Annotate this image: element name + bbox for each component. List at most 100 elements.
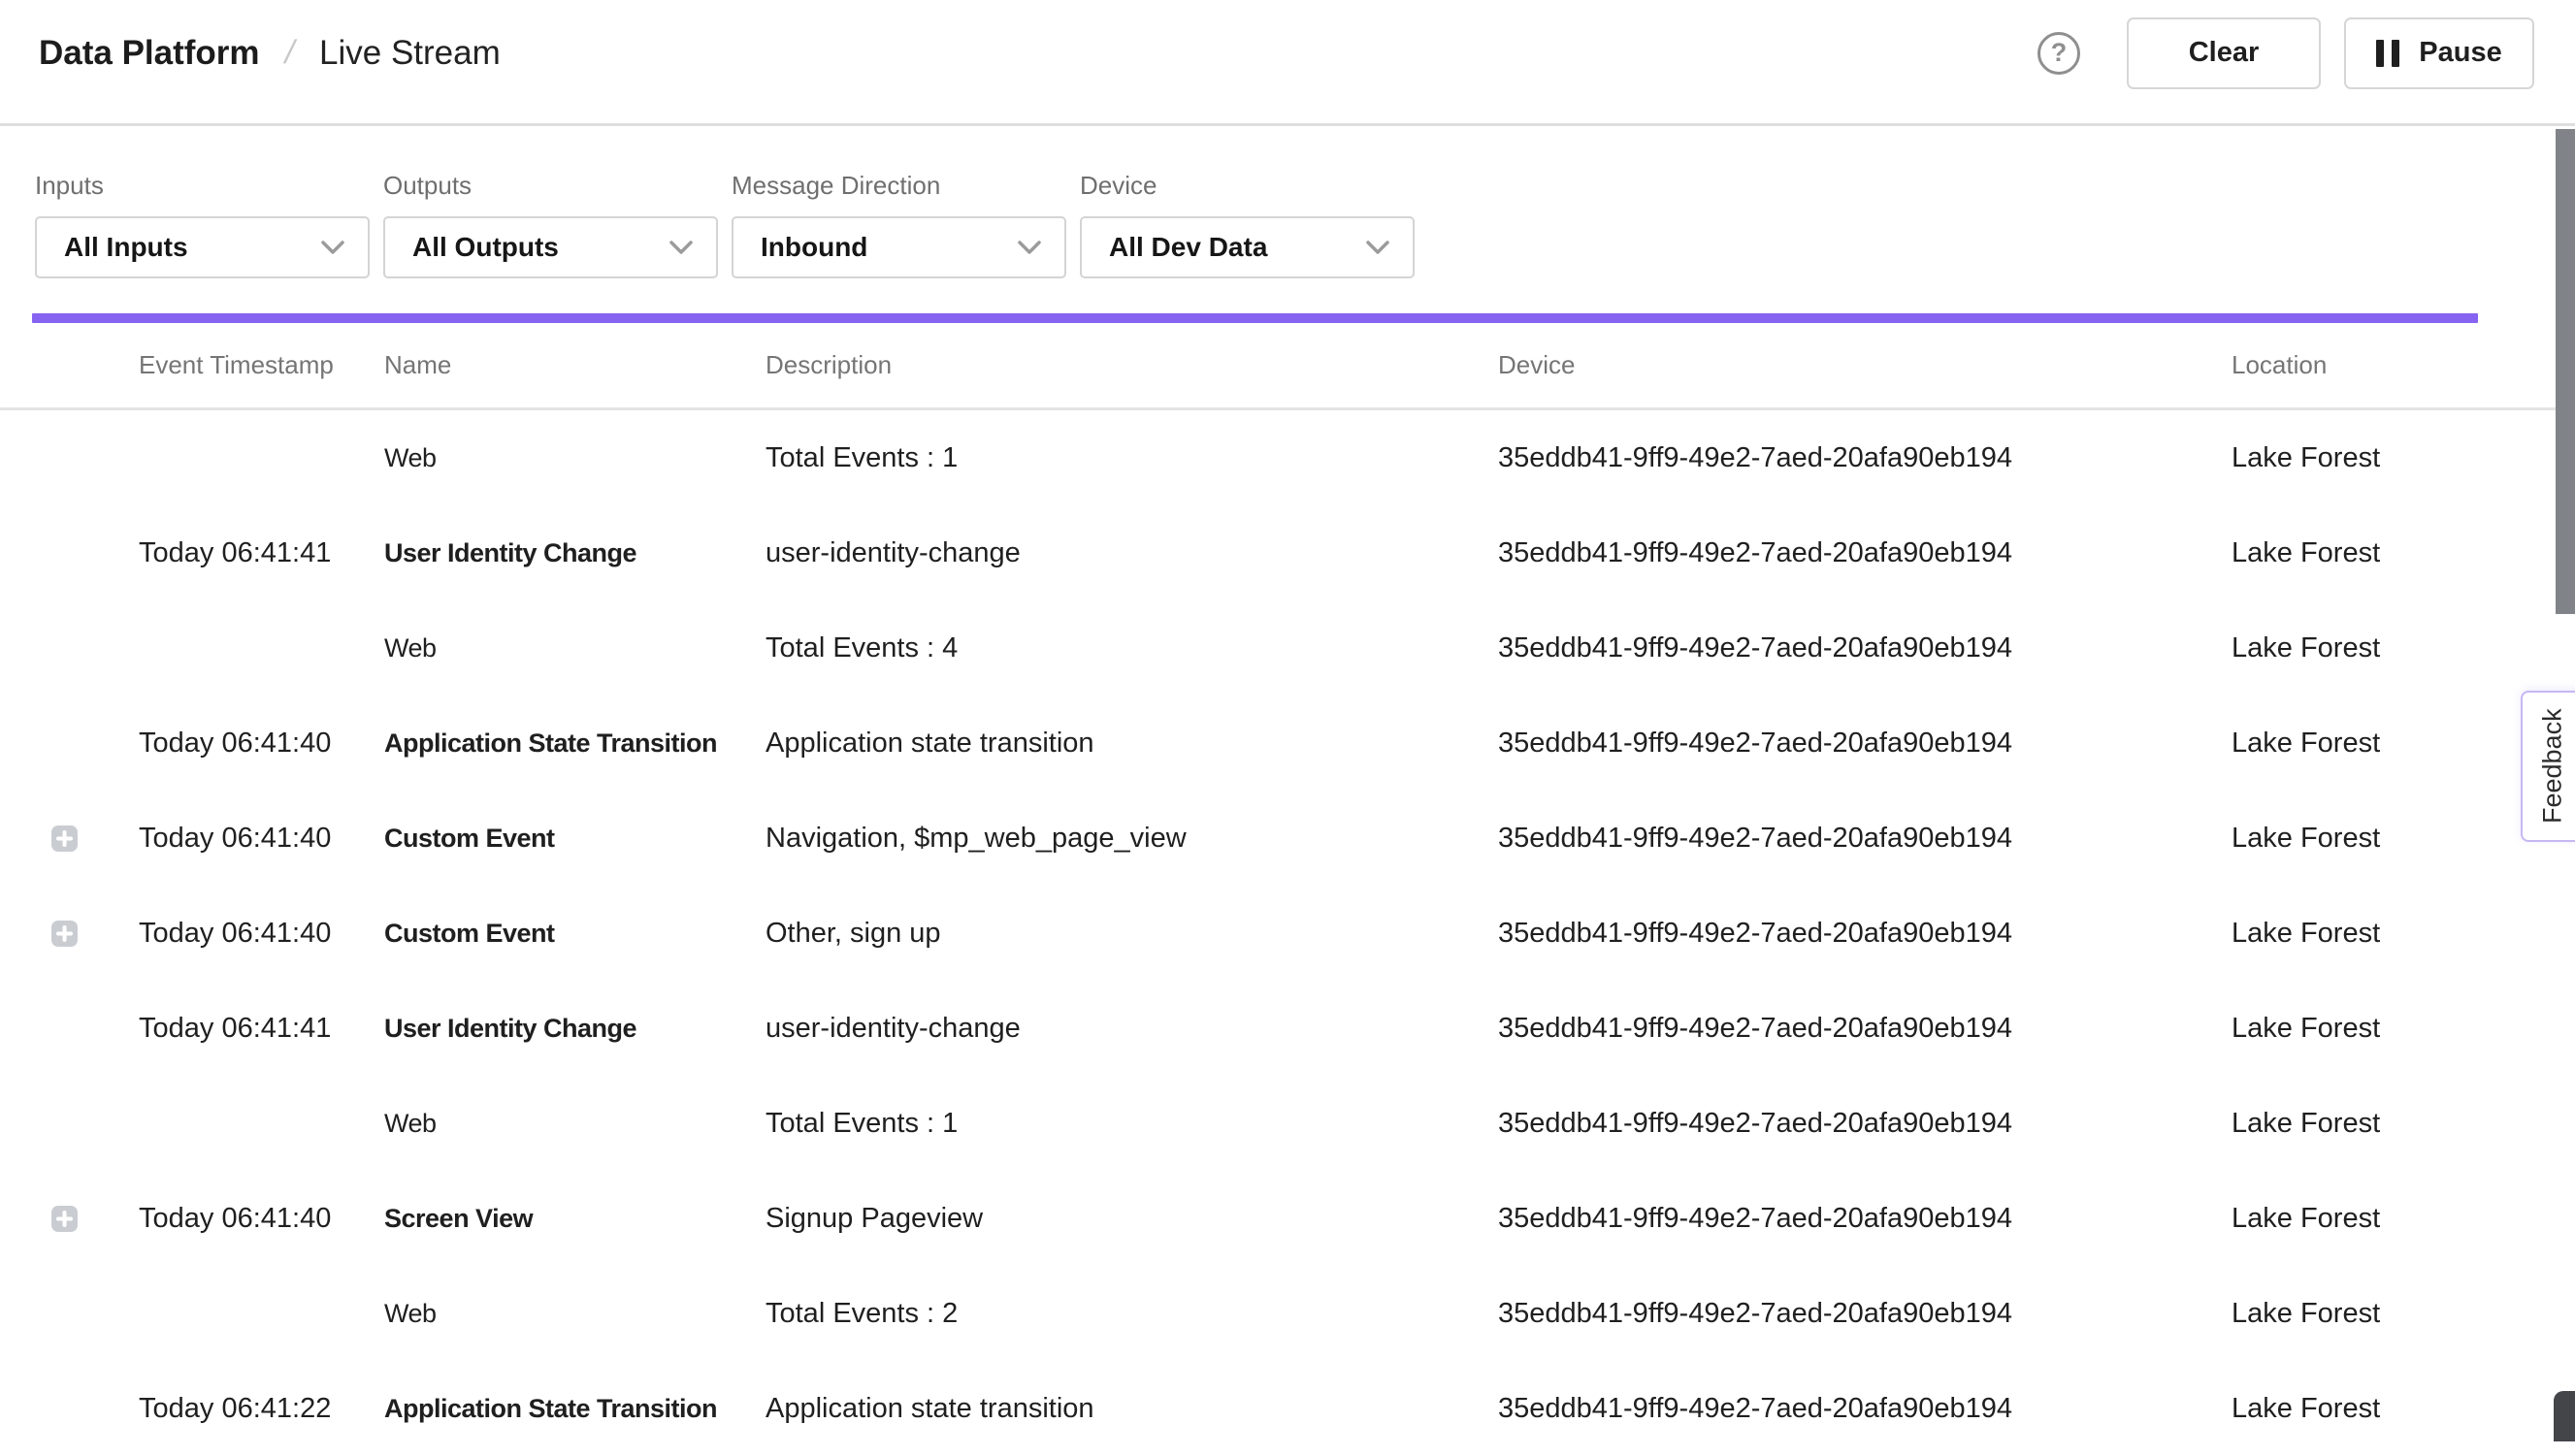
chevron-down-icon (1018, 241, 1041, 255)
event-description: Navigation, $mp_web_page_view (766, 823, 1498, 855)
filter-label: Device (1080, 171, 1415, 201)
column-header-description: Description (766, 350, 1498, 380)
event-location: Lake Forest (2232, 632, 2575, 664)
table-row[interactable]: Web Total Events : 1 35eddb41-9ff9-49e2-… (0, 1076, 2575, 1171)
event-device: 35eddb41-9ff9-49e2-7aed-20afa90eb194 (1498, 537, 2232, 569)
event-location: Lake Forest (2232, 1013, 2575, 1045)
event-name: Web (384, 633, 766, 663)
filter-selected-value: All Outputs (412, 232, 559, 263)
pause-button[interactable]: Pause (2344, 17, 2534, 89)
live-stream-table: Event TimestampNameDescriptionDeviceLoca… (0, 323, 2575, 1456)
expand-cell (0, 921, 139, 947)
table-row[interactable]: Today 06:41:40 Custom Event Navigation, … (0, 791, 2575, 886)
event-timestamp: Today 06:41:41 (139, 1013, 384, 1045)
event-description: user-identity-change (766, 1013, 1498, 1045)
event-description: user-identity-change (766, 537, 1498, 569)
event-device: 35eddb41-9ff9-49e2-7aed-20afa90eb194 (1498, 442, 2232, 474)
event-location: Lake Forest (2232, 442, 2575, 474)
help-icon[interactable]: ? (2037, 32, 2080, 75)
pause-icon (2376, 40, 2399, 67)
table-row[interactable]: Today 06:41:22 Application State Transit… (0, 1361, 2575, 1456)
event-device: 35eddb41-9ff9-49e2-7aed-20afa90eb194 (1498, 1298, 2232, 1330)
breadcrumb-section[interactable]: Data Platform (39, 34, 260, 73)
event-device: 35eddb41-9ff9-49e2-7aed-20afa90eb194 (1498, 1203, 2232, 1235)
breadcrumb-separator: / (280, 34, 298, 72)
filter-dropdown-message-direction[interactable]: Inbound (732, 216, 1066, 278)
event-name: Application State Transition (384, 1394, 766, 1424)
event-description: Total Events : 1 (766, 1108, 1498, 1140)
expand-icon[interactable] (51, 921, 78, 947)
event-description: Other, sign up (766, 918, 1498, 950)
filter-selected-value: Inbound (761, 232, 867, 263)
filter-group: Message Direction Inbound (732, 171, 1066, 278)
event-description: Application state transition (766, 728, 1498, 760)
event-device: 35eddb41-9ff9-49e2-7aed-20afa90eb194 (1498, 1013, 2232, 1045)
filter-label: Inputs (35, 171, 370, 201)
topbar: Data Platform / Live Stream ? Clear Paus… (0, 0, 2575, 126)
event-description: Signup Pageview (766, 1203, 1498, 1235)
filter-dropdown-inputs[interactable]: All Inputs (35, 216, 370, 278)
event-device: 35eddb41-9ff9-49e2-7aed-20afa90eb194 (1498, 918, 2232, 950)
table-row[interactable]: Web Total Events : 2 35eddb41-9ff9-49e2-… (0, 1266, 2575, 1361)
corner-widget[interactable] (2554, 1391, 2575, 1441)
event-timestamp: Today 06:41:40 (139, 918, 384, 950)
filter-group: Device All Dev Data (1080, 171, 1415, 278)
event-description: Total Events : 4 (766, 632, 1498, 664)
table-row[interactable]: Today 06:41:41 User Identity Change user… (0, 981, 2575, 1076)
event-location: Lake Forest (2232, 1393, 2575, 1425)
event-location: Lake Forest (2232, 918, 2575, 950)
clear-button[interactable]: Clear (2127, 17, 2321, 89)
expand-icon[interactable] (51, 1206, 78, 1232)
expand-cell (0, 1206, 139, 1232)
filter-selected-value: All Dev Data (1109, 232, 1267, 263)
event-device: 35eddb41-9ff9-49e2-7aed-20afa90eb194 (1498, 1393, 2232, 1425)
feedback-tab[interactable]: Feedback (2521, 691, 2575, 842)
event-name: User Identity Change (384, 538, 766, 568)
topbar-actions: ? Clear Pause (2037, 17, 2534, 89)
event-name: User Identity Change (384, 1014, 766, 1044)
expand-icon[interactable] (51, 825, 78, 852)
table-row[interactable]: Today 06:41:40 Custom Event Other, sign … (0, 886, 2575, 981)
event-location: Lake Forest (2232, 1298, 2575, 1330)
event-timestamp: Today 06:41:40 (139, 823, 384, 855)
filter-dropdown-outputs[interactable]: All Outputs (383, 216, 718, 278)
event-device: 35eddb41-9ff9-49e2-7aed-20afa90eb194 (1498, 632, 2232, 664)
event-name: Web (384, 1109, 766, 1139)
event-description: Total Events : 2 (766, 1298, 1498, 1330)
event-location: Lake Forest (2232, 1203, 2575, 1235)
event-name: Custom Event (384, 919, 766, 949)
vertical-scrollbar-thumb[interactable] (2556, 129, 2575, 614)
accent-bar (32, 313, 2478, 323)
event-device: 35eddb41-9ff9-49e2-7aed-20afa90eb194 (1498, 823, 2232, 855)
table-row[interactable]: Today 06:41:40 Application State Transit… (0, 696, 2575, 791)
event-name: Custom Event (384, 824, 766, 854)
event-name: Application State Transition (384, 728, 766, 759)
filter-label: Outputs (383, 171, 718, 201)
table-row[interactable]: Today 06:41:40 Screen View Signup Pagevi… (0, 1171, 2575, 1266)
event-description: Total Events : 1 (766, 442, 1498, 474)
event-timestamp: Today 06:41:40 (139, 1203, 384, 1235)
chevron-down-icon (321, 241, 344, 255)
pause-button-label: Pause (2419, 37, 2501, 69)
column-header-location: Location (2232, 350, 2575, 380)
event-location: Lake Forest (2232, 537, 2575, 569)
event-device: 35eddb41-9ff9-49e2-7aed-20afa90eb194 (1498, 728, 2232, 760)
table-row[interactable]: Web Total Events : 4 35eddb41-9ff9-49e2-… (0, 600, 2575, 696)
table-row[interactable]: Web Total Events : 1 35eddb41-9ff9-49e2-… (0, 410, 2575, 505)
filter-dropdown-device[interactable]: All Dev Data (1080, 216, 1415, 278)
table-row[interactable]: Today 06:41:41 User Identity Change user… (0, 505, 2575, 600)
table-header-row: Event TimestampNameDescriptionDeviceLoca… (0, 323, 2575, 410)
column-header-name: Name (384, 350, 766, 380)
breadcrumb: Data Platform / Live Stream (39, 34, 501, 73)
filter-group: Inputs All Inputs (35, 171, 370, 278)
filters-row: Inputs All Inputs Outputs All Outputs Me… (0, 126, 2575, 278)
event-name: Web (384, 1299, 766, 1329)
page-title: Live Stream (319, 34, 501, 73)
filter-group: Outputs All Outputs (383, 171, 718, 278)
event-timestamp: Today 06:41:22 (139, 1393, 384, 1425)
chevron-down-icon (1366, 241, 1389, 255)
event-device: 35eddb41-9ff9-49e2-7aed-20afa90eb194 (1498, 1108, 2232, 1140)
table-body: Web Total Events : 1 35eddb41-9ff9-49e2-… (0, 410, 2575, 1456)
expand-cell (0, 825, 139, 852)
column-header-device: Device (1498, 350, 2232, 380)
